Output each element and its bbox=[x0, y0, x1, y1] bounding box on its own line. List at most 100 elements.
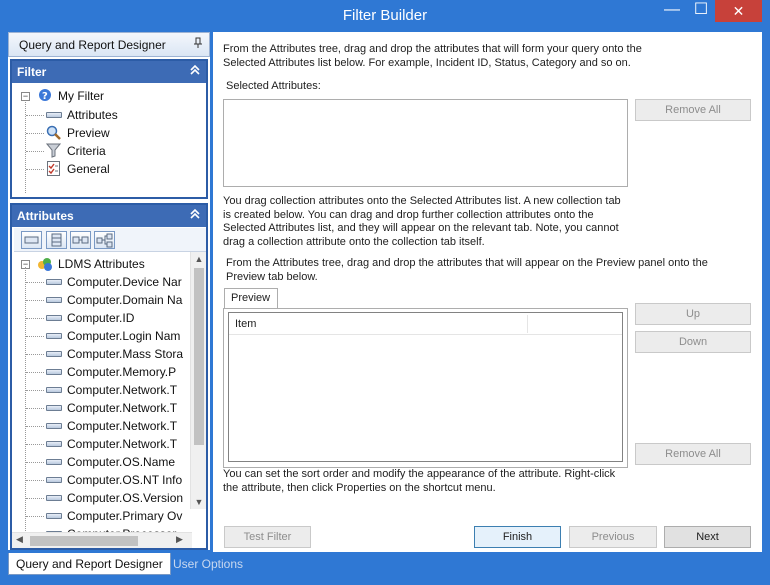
column-header-item[interactable]: Item bbox=[235, 318, 256, 330]
tree-node-ldms-attributes[interactable]: − LDMS Attributes bbox=[18, 255, 188, 273]
attribute-tree-item[interactable]: Computer.OS.Name bbox=[46, 453, 190, 471]
tree-item-criteria[interactable]: Criteria bbox=[45, 142, 196, 160]
relation-icon[interactable] bbox=[70, 231, 91, 249]
tree-item-preview[interactable]: Preview bbox=[46, 124, 196, 142]
tree-item-attributes[interactable]: Attributes bbox=[46, 106, 196, 124]
sort-note: You can set the sort order and modify th… bbox=[223, 468, 616, 494]
attribute-icon bbox=[46, 297, 62, 303]
attribute-tree-item[interactable]: Computer.OS.NT Info bbox=[46, 471, 190, 489]
finish-button[interactable]: Finish bbox=[474, 526, 561, 548]
tree-item-label: Attributes bbox=[67, 108, 118, 122]
column-divider[interactable] bbox=[527, 315, 528, 333]
selected-attributes-label: Selected Attributes: bbox=[226, 80, 321, 92]
tab-query-and-report-designer[interactable]: Query and Report Designer bbox=[8, 553, 171, 575]
remove-all-selected-button[interactable]: Remove All bbox=[635, 99, 751, 121]
tree-node-my-filter[interactable]: − ? My Filter bbox=[18, 87, 198, 105]
filter-section: Filter − ? My Filter Attributes Preview … bbox=[10, 59, 208, 199]
attribute-tree-item[interactable]: Computer.Login Nam bbox=[46, 327, 190, 345]
filter-builder-window: Filter Builder — ☐ ✕ Query and Report De… bbox=[0, 0, 770, 585]
scroll-thumb[interactable] bbox=[30, 536, 138, 546]
tree-item-label: Computer.Network.T bbox=[67, 437, 178, 451]
attributes-tree: − LDMS Attributes Computer.Device Nar Com… bbox=[12, 253, 190, 533]
tree-node-label: My Filter bbox=[58, 89, 104, 103]
attribute-icon bbox=[46, 513, 62, 519]
tree-item-label: Computer.Mass Stora bbox=[67, 347, 184, 361]
preview-grid[interactable]: Item bbox=[228, 312, 623, 462]
attribute-icon bbox=[46, 441, 62, 447]
tree-item-label: Computer.OS.NT Info bbox=[67, 473, 183, 487]
filter-section-header[interactable]: Filter bbox=[12, 61, 206, 83]
attribute-tree-item[interactable]: Computer.Primary Ov bbox=[46, 507, 190, 525]
hierarchy-icon[interactable] bbox=[94, 231, 115, 249]
attribute-icon bbox=[46, 477, 62, 483]
attribute-tree-item[interactable]: Computer.Domain Na bbox=[46, 291, 190, 309]
remove-all-preview-button[interactable]: Remove All bbox=[635, 443, 751, 465]
attribute-icon bbox=[46, 495, 62, 501]
down-button[interactable]: Down bbox=[635, 331, 751, 353]
scroll-thumb[interactable] bbox=[194, 268, 204, 445]
tree-item-general[interactable]: General bbox=[46, 160, 196, 178]
attribute-tree-item[interactable]: Computer.OS.Version bbox=[46, 489, 190, 507]
test-filter-button[interactable]: Test Filter bbox=[224, 526, 311, 548]
tree-item-label: Computer.ID bbox=[67, 311, 135, 325]
attribute-icon bbox=[46, 369, 62, 375]
table-view-icon[interactable] bbox=[46, 231, 67, 249]
close-button[interactable]: ✕ bbox=[715, 0, 762, 22]
database-icon bbox=[36, 256, 52, 271]
panel-header: Query and Report Designer bbox=[8, 32, 210, 57]
scroll-right-icon[interactable]: ▶ bbox=[176, 534, 183, 545]
grid-header: Item bbox=[229, 313, 622, 335]
attribute-tree-item[interactable]: Computer.ID bbox=[46, 309, 190, 327]
tab-preview[interactable]: Preview bbox=[224, 288, 278, 309]
tree-item-label: Computer.Network.T bbox=[67, 419, 178, 433]
magnifier-icon bbox=[46, 125, 61, 140]
attribute-icon bbox=[46, 405, 62, 411]
tab-user-options[interactable]: User Options bbox=[166, 553, 250, 575]
scroll-up-icon[interactable]: ▲ bbox=[191, 254, 207, 264]
attributes-section-header[interactable]: Attributes bbox=[12, 205, 206, 227]
tree-item-label: Computer.Device Nar bbox=[67, 275, 182, 289]
attribute-tree-item[interactable]: Computer.Device Nar bbox=[46, 273, 190, 291]
vertical-scrollbar[interactable]: ▲ ▼ bbox=[190, 252, 206, 509]
attribute-tree-item[interactable]: Computer.Mass Stora bbox=[46, 345, 190, 363]
collapse-toggle[interactable]: − bbox=[21, 92, 30, 101]
attribute-tree-item[interactable]: Computer.Memory.P bbox=[46, 363, 190, 381]
attribute-view-icon[interactable] bbox=[21, 231, 42, 249]
next-button[interactable]: Next bbox=[664, 526, 751, 548]
attributes-instructions: From the Attributes tree, drag and drop … bbox=[223, 43, 642, 69]
attribute-icon bbox=[46, 459, 62, 465]
tree-item-label: Computer.Network.T bbox=[67, 383, 178, 397]
up-button[interactable]: Up bbox=[635, 303, 751, 325]
attribute-icon bbox=[46, 423, 62, 429]
tree-item-label: Computer.Network.T bbox=[67, 401, 178, 415]
tree-item-label: Preview bbox=[67, 126, 110, 140]
attribute-icon bbox=[46, 387, 62, 393]
tree-item-label: Computer.Login Nam bbox=[67, 329, 181, 343]
attribute-icon bbox=[46, 315, 62, 321]
maximize-button[interactable]: ☐ bbox=[686, 0, 716, 22]
scroll-left-icon[interactable]: ◀ bbox=[16, 534, 23, 545]
selected-attributes-list[interactable] bbox=[223, 99, 628, 187]
previous-button[interactable]: Previous bbox=[569, 526, 657, 548]
funnel-icon bbox=[45, 143, 62, 158]
horizontal-scrollbar[interactable]: ◀ ▶ bbox=[12, 532, 192, 548]
tree-item-label: Criteria bbox=[67, 144, 106, 158]
attribute-tree-item[interactable]: Computer.Network.T bbox=[46, 399, 190, 417]
tree-item-label: Computer.Memory.P bbox=[67, 365, 177, 379]
scroll-down-icon[interactable]: ▼ bbox=[191, 497, 207, 507]
attribute-icon bbox=[46, 112, 62, 118]
tree-item-label: General bbox=[67, 162, 110, 176]
filter-builder-content: From the Attributes tree, drag and drop … bbox=[213, 32, 762, 552]
attribute-icon bbox=[46, 279, 62, 285]
attribute-tree-item[interactable]: Computer.Network.T bbox=[46, 381, 190, 399]
bottom-tab-strip: Query and Report Designer User Options bbox=[0, 552, 770, 585]
tree-item-label: Computer.Primary Ov bbox=[67, 509, 183, 523]
title-bar: Filter Builder — ☐ ✕ bbox=[0, 0, 770, 31]
attribute-tree-item[interactable]: Computer.Network.T bbox=[46, 435, 190, 453]
pin-icon[interactable] bbox=[193, 37, 203, 52]
tree-item-label: Computer.OS.Name bbox=[67, 455, 176, 469]
double-chevron-up-icon[interactable] bbox=[190, 64, 200, 79]
minimize-button[interactable]: — bbox=[657, 0, 687, 22]
attribute-tree-item[interactable]: Computer.Network.T bbox=[46, 417, 190, 435]
double-chevron-up-icon[interactable] bbox=[190, 208, 200, 223]
